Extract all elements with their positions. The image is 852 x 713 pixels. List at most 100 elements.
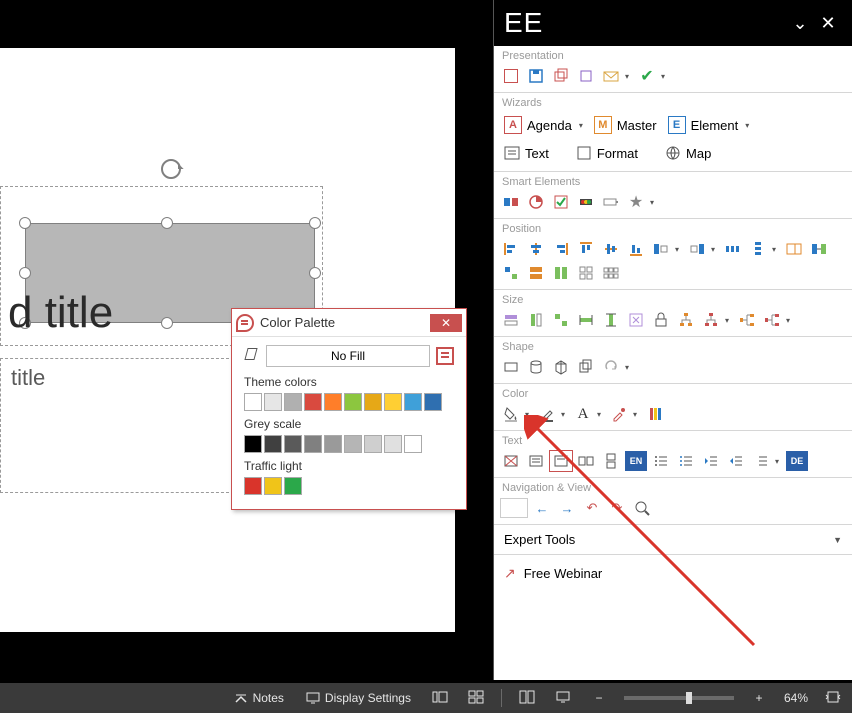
nav-redo-icon[interactable]: ↷: [606, 498, 628, 518]
arrange-2-icon[interactable]: [525, 263, 547, 283]
color-swatch[interactable]: [304, 435, 322, 453]
numbering-dropdown[interactable]: ▾: [775, 457, 783, 466]
color-swatch[interactable]: [344, 393, 362, 411]
attach-icon[interactable]: [575, 66, 597, 86]
zoom-thumb[interactable]: [686, 692, 692, 704]
color-swatch[interactable]: [364, 435, 382, 453]
fit-window-button[interactable]: [822, 690, 844, 707]
color-swatch[interactable]: [364, 393, 382, 411]
stretch-h-icon[interactable]: [575, 310, 597, 330]
color-swatch[interactable]: [404, 393, 422, 411]
color-swatch[interactable]: [424, 393, 442, 411]
split-h-icon[interactable]: [575, 451, 597, 471]
color-swatch[interactable]: [264, 477, 282, 495]
text-wizard-button[interactable]: Text: [500, 141, 553, 165]
same-width-icon[interactable]: [500, 310, 522, 330]
reading-view-button[interactable]: [516, 690, 538, 707]
lang-de-badge[interactable]: DE: [786, 451, 808, 471]
color-swatch[interactable]: [324, 393, 342, 411]
pie-icon[interactable]: [525, 192, 547, 212]
fill-color-icon[interactable]: [500, 404, 522, 424]
master-wizard-button[interactable]: MMaster: [590, 113, 661, 137]
font-color-dropdown[interactable]: ▾: [597, 410, 605, 419]
shape-redo-icon[interactable]: [600, 357, 622, 377]
zoom-in-button[interactable]: +: [748, 691, 770, 705]
normal-view-button[interactable]: [429, 690, 451, 707]
align-top-icon[interactable]: [575, 239, 597, 259]
numbering-icon[interactable]: [750, 451, 772, 471]
outline-color-dropdown[interactable]: ▾: [561, 410, 569, 419]
color-swatch[interactable]: [284, 393, 302, 411]
swap-icon[interactable]: [808, 239, 830, 259]
eyedropper-dropdown[interactable]: ▾: [633, 410, 641, 419]
save-icon[interactable]: [525, 66, 547, 86]
fill-color-dropdown[interactable]: ▾: [525, 410, 533, 419]
map-wizard-button[interactable]: Map: [661, 141, 715, 165]
lang-en-badge[interactable]: EN: [625, 451, 647, 471]
send-mail-icon[interactable]: [600, 66, 622, 86]
dist-v-dropdown[interactable]: ▾: [772, 245, 780, 254]
color-swatch[interactable]: [304, 393, 322, 411]
tree-1-icon[interactable]: [675, 310, 697, 330]
shape-3d-icon[interactable]: [550, 357, 572, 377]
ee-logo-icon[interactable]: [436, 347, 454, 365]
sorter-view-button[interactable]: [465, 690, 487, 707]
battery-icon[interactable]: [600, 192, 622, 212]
grid-6-icon[interactable]: [600, 263, 622, 283]
slideshow-view-button[interactable]: [552, 690, 574, 707]
zoom-out-button[interactable]: −: [588, 691, 610, 705]
zoom-slider[interactable]: [624, 696, 734, 700]
color-swatch[interactable]: [384, 393, 402, 411]
dist-v-icon[interactable]: [747, 239, 769, 259]
nav-thumbnail-icon[interactable]: [500, 498, 528, 518]
indent-inc-icon[interactable]: [725, 451, 747, 471]
nav-prev-icon[interactable]: ←: [531, 498, 553, 518]
text-box-2-icon[interactable]: [525, 451, 547, 471]
palette-close-button[interactable]: ✕: [430, 314, 462, 332]
checkbox-icon[interactable]: [550, 192, 572, 212]
tree-4-dropdown[interactable]: ▾: [786, 316, 794, 325]
send-mail-dropdown[interactable]: ▾: [625, 72, 633, 81]
panel-collapse-button[interactable]: ⌄: [786, 13, 814, 34]
resize-handle-ml[interactable]: [19, 267, 31, 279]
eyedropper-icon[interactable]: [608, 404, 630, 424]
no-fill-button[interactable]: No Fill: [266, 345, 430, 367]
color-swatch[interactable]: [384, 435, 402, 453]
color-swatch[interactable]: [324, 435, 342, 453]
align-left-icon[interactable]: [500, 239, 522, 259]
shape-cylinder-icon[interactable]: [525, 357, 547, 377]
notes-button[interactable]: Notes: [230, 691, 288, 705]
align-center-h-icon[interactable]: [525, 239, 547, 259]
agenda-wizard-button[interactable]: AAgenda: [500, 113, 576, 137]
color-swatch[interactable]: [244, 435, 262, 453]
arrange-3-icon[interactable]: [550, 263, 572, 283]
palette-titlebar[interactable]: Color Palette ✕: [232, 309, 466, 337]
stretch-v-icon[interactable]: [600, 310, 622, 330]
display-settings-button[interactable]: Display Settings: [302, 691, 415, 705]
tree-dropdown[interactable]: ▾: [725, 316, 733, 325]
align-right-icon[interactable]: [550, 239, 572, 259]
tree-4-icon[interactable]: [761, 310, 783, 330]
panel-close-button[interactable]: ✕: [814, 13, 842, 34]
star-icon[interactable]: ★: [625, 192, 647, 212]
color-swatch[interactable]: [244, 393, 262, 411]
golden-ratio-icon[interactable]: [783, 239, 805, 259]
shape-copy-icon[interactable]: [575, 357, 597, 377]
lock-aspect-icon[interactable]: [650, 310, 672, 330]
fit-icon[interactable]: [625, 310, 647, 330]
shape-redo-dropdown[interactable]: ▾: [625, 363, 633, 372]
align-middle-v-icon[interactable]: [600, 239, 622, 259]
split-v-icon[interactable]: [600, 451, 622, 471]
dist-h-icon[interactable]: [722, 239, 744, 259]
harvey-ball-icon[interactable]: [500, 192, 522, 212]
tree-3-icon[interactable]: [736, 310, 758, 330]
arrange-1-icon[interactable]: [500, 263, 522, 283]
color-swatch-icon[interactable]: [644, 404, 666, 424]
traffic-light-icon[interactable]: [575, 192, 597, 212]
color-swatch[interactable]: [404, 435, 422, 453]
nav-next-icon[interactable]: →: [556, 498, 578, 518]
grid-4-icon[interactable]: [575, 263, 597, 283]
agenda-dropdown[interactable]: ▾: [579, 121, 587, 130]
dock-left-dropdown[interactable]: ▾: [675, 245, 683, 254]
check-dropdown[interactable]: ▾: [661, 72, 669, 81]
